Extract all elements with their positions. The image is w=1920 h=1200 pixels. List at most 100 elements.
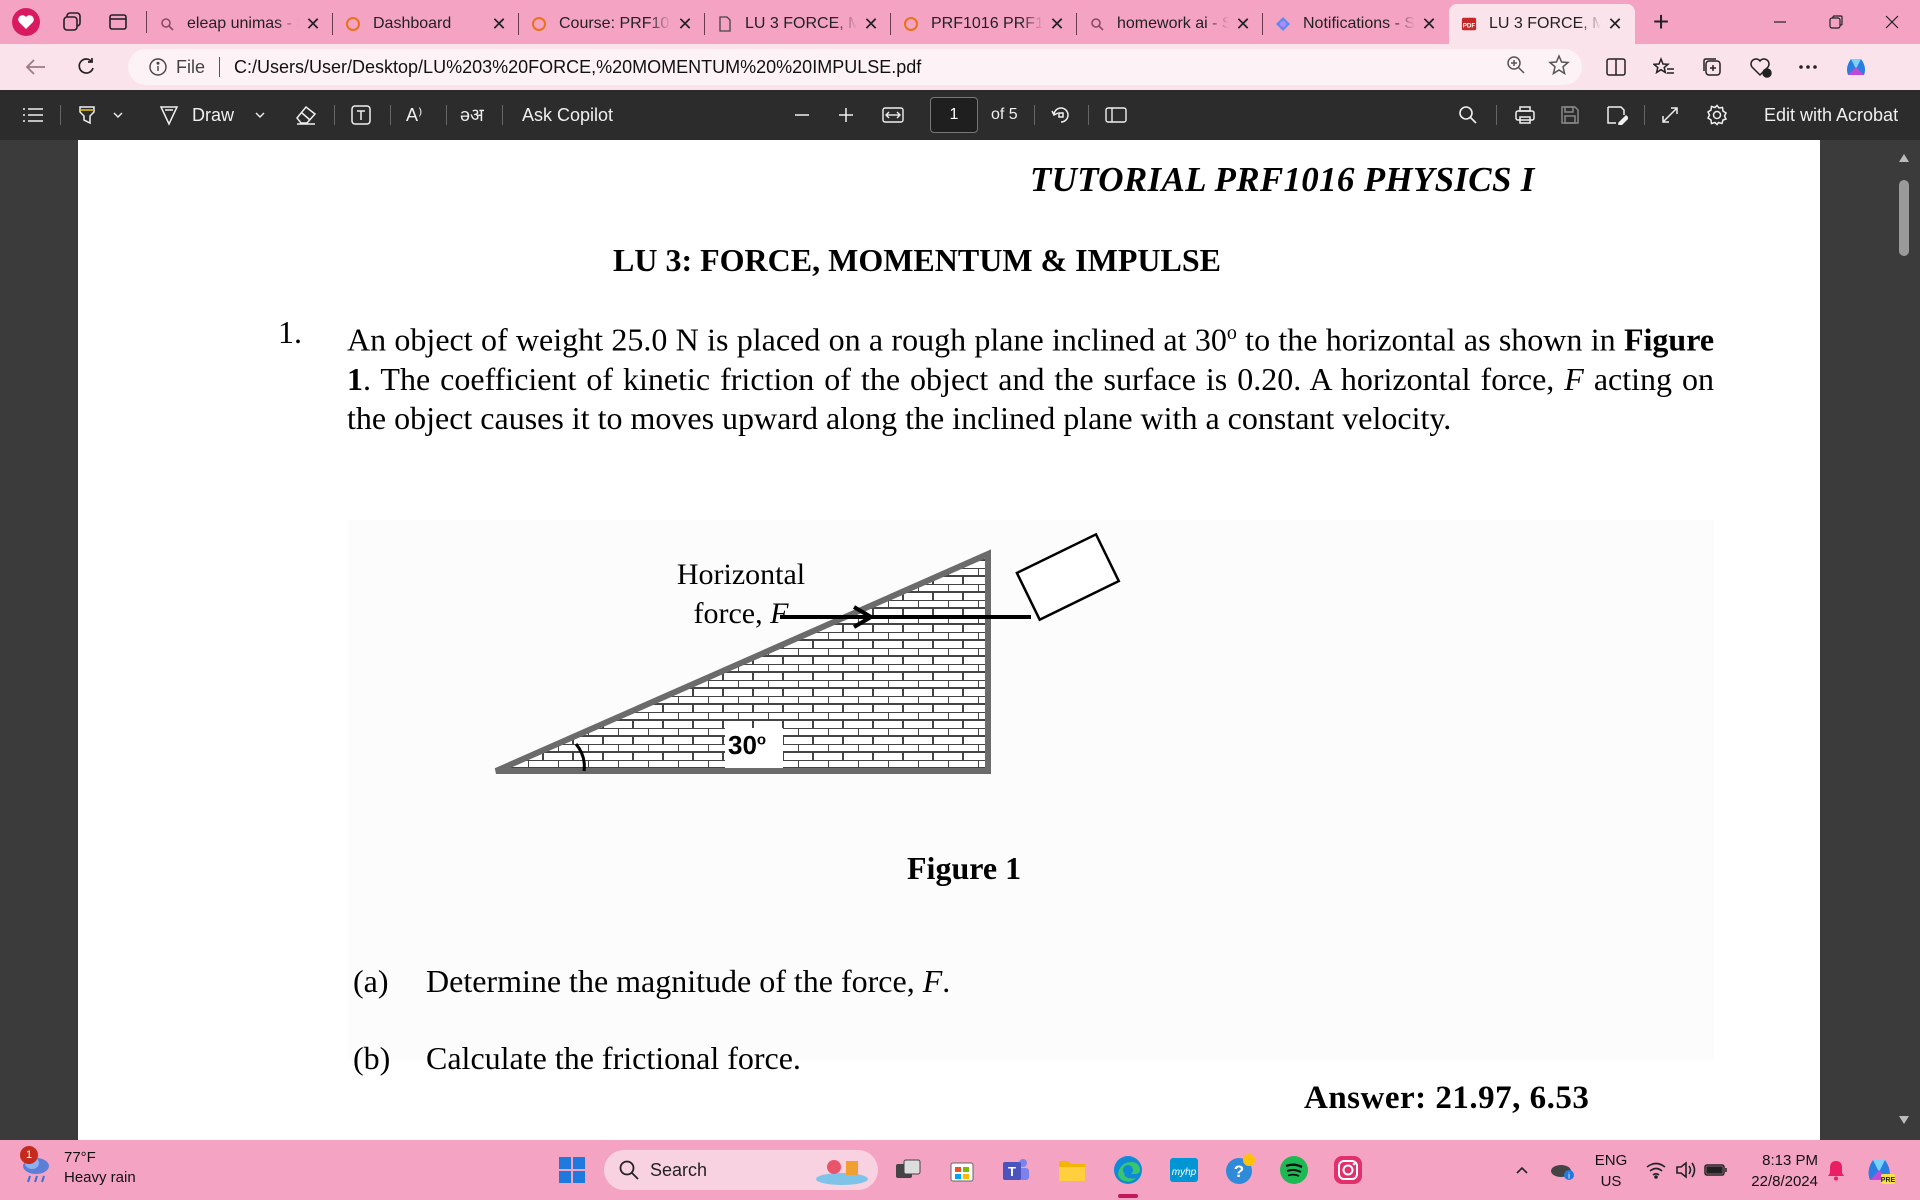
show-hidden-icons-chevron-icon[interactable] <box>1502 1150 1542 1190</box>
translate-button[interactable]: əअ <box>460 90 484 140</box>
highlight-icon[interactable] <box>76 90 98 140</box>
contents-icon[interactable] <box>22 90 44 140</box>
favorites-icon[interactable] <box>1644 47 1684 87</box>
restore-button[interactable] <box>1808 0 1864 44</box>
tab-actions-icon[interactable] <box>98 2 138 42</box>
browser-tab[interactable]: homework ai - S ✕ <box>1077 7 1263 41</box>
close-tab-icon[interactable]: ✕ <box>1047 14 1067 35</box>
language-indicator[interactable]: ENG US <box>1594 1150 1628 1192</box>
angle-label: 30o <box>728 730 767 760</box>
copilot-icon[interactable] <box>1836 47 1876 87</box>
save-icon[interactable] <box>1560 90 1580 140</box>
new-tab-button[interactable]: + <box>1641 6 1681 38</box>
moodle-icon <box>345 16 361 32</box>
info-icon <box>149 58 167 76</box>
draw-button[interactable]: Draw <box>158 90 234 140</box>
workspaces-icon[interactable] <box>52 2 92 42</box>
full-screen-icon[interactable] <box>1660 90 1680 140</box>
notification-bell-icon[interactable] <box>1816 1150 1856 1190</box>
teams-icon[interactable]: T <box>996 1150 1036 1190</box>
spotify-icon[interactable] <box>1274 1150 1314 1190</box>
edge-browser-icon[interactable] <box>1108 1150 1148 1190</box>
edit-acrobat-label: Edit with Acrobat <box>1764 104 1899 125</box>
system-clock[interactable]: 8:13 PM 22/8/2024 <box>1738 1150 1818 1192</box>
close-tab-icon[interactable]: ✕ <box>675 14 695 35</box>
more-options-icon[interactable] <box>1788 47 1828 87</box>
tab-title: homework ai - S <box>1117 15 1229 32</box>
read-aloud-button[interactable]: A⁾ <box>406 90 422 140</box>
battery-icon[interactable] <box>1696 1150 1736 1190</box>
file-explorer-icon[interactable] <box>1052 1150 1092 1190</box>
close-window-button[interactable] <box>1864 0 1920 44</box>
start-windows-icon[interactable] <box>552 1150 592 1190</box>
tab-strip: eleap unimas - S ✕ Dashboard ✕ Course: P… <box>0 0 1920 44</box>
browser-tab-active[interactable]: PDF LU 3 FORCE, MO ✕ <box>1449 4 1635 44</box>
edit-with-acrobat-button[interactable]: Edit with Acrobat <box>1764 90 1898 140</box>
collections-icon[interactable] <box>1692 47 1732 87</box>
split-screen-icon[interactable] <box>1596 47 1636 87</box>
zoom-in-button[interactable] <box>838 90 854 140</box>
svg-text:?: ? <box>1234 1162 1244 1181</box>
scroll-down-arrow[interactable] <box>1898 1114 1910 1126</box>
copilot-taskbar-icon[interactable]: PRE <box>1860 1150 1900 1190</box>
document-icon <box>717 16 733 32</box>
task-view-icon[interactable] <box>888 1150 928 1190</box>
refresh-button[interactable] <box>64 47 108 87</box>
address-field[interactable]: File C:/Users/User/Desktop/LU%203%20FORC… <box>128 49 1582 85</box>
scrollbar[interactable] <box>1896 140 1920 1140</box>
question-number: 1. <box>278 314 302 350</box>
back-button[interactable] <box>14 47 58 87</box>
close-tab-icon[interactable]: ✕ <box>1419 14 1439 35</box>
eraser-icon[interactable] <box>294 90 318 140</box>
close-tab-icon[interactable]: ✕ <box>861 14 881 35</box>
ask-copilot-button[interactable]: Ask Copilot <box>522 90 613 140</box>
rotate-icon[interactable] <box>1050 90 1072 140</box>
sub-question-b-text: Calculate the frictional force. <box>426 1040 801 1076</box>
tab-title: LU 3 FORCE, MO <box>745 15 857 32</box>
close-tab-icon[interactable]: ✕ <box>1605 14 1625 35</box>
close-tab-icon[interactable]: ✕ <box>489 14 509 35</box>
instagram-icon[interactable] <box>1328 1150 1368 1190</box>
close-tab-icon[interactable]: ✕ <box>303 14 323 35</box>
print-icon[interactable] <box>1514 90 1536 140</box>
settings-gear-icon[interactable] <box>1706 90 1728 140</box>
sub-question-a-label: (a) <box>353 963 389 999</box>
chevron-down-icon[interactable] <box>254 90 266 140</box>
tab-title: Notifications - S <box>1303 15 1415 32</box>
zoom-out-button[interactable] <box>794 90 810 140</box>
browser-tab[interactable]: eleap unimas - S ✕ <box>147 7 333 41</box>
text-box-icon[interactable] <box>350 90 372 140</box>
scrollbar-thumb[interactable] <box>1899 180 1909 256</box>
browser-tab[interactable]: Course: PRF101 ✕ <box>519 7 705 41</box>
copilot-icon <box>1275 16 1291 32</box>
svg-text:i: i <box>1568 1172 1570 1181</box>
page-view-icon[interactable] <box>1104 90 1128 140</box>
onedrive-sync-icon[interactable]: i <box>1542 1150 1582 1190</box>
close-tab-icon[interactable]: ✕ <box>1233 14 1253 35</box>
help-icon[interactable]: ? <box>1220 1150 1260 1190</box>
save-as-icon[interactable] <box>1606 90 1628 140</box>
taskbar-search[interactable]: Search <box>604 1150 878 1190</box>
browser-tab[interactable]: LU 3 FORCE, MO ✕ <box>705 7 891 41</box>
browser-essentials-icon[interactable] <box>1740 47 1780 87</box>
minimize-button[interactable] <box>1752 0 1808 44</box>
zoom-icon[interactable] <box>1506 55 1526 80</box>
fit-width-icon[interactable] <box>882 90 904 140</box>
page-number-input[interactable]: 1 <box>930 97 978 133</box>
microsoft-store-icon[interactable] <box>942 1150 982 1190</box>
browser-tab[interactable]: Dashboard ✕ <box>333 7 519 41</box>
myhp-icon[interactable]: myhp <box>1164 1150 1204 1190</box>
browser-tab[interactable]: Notifications - S ✕ <box>1263 7 1449 41</box>
scroll-up-arrow[interactable] <box>1898 152 1910 164</box>
favorite-star-icon[interactable] <box>1548 53 1570 81</box>
profile-icon[interactable] <box>6 2 46 42</box>
browser-tab[interactable]: PRF1016 PRF10 ✕ <box>891 7 1077 41</box>
site-info-button[interactable]: File <box>148 57 205 78</box>
url-text[interactable]: C:/Users/User/Desktop/LU%203%20FORCE,%20… <box>234 57 921 78</box>
chevron-down-icon[interactable] <box>112 90 124 140</box>
tab-title: eleap unimas - S <box>187 15 299 32</box>
search-icon[interactable] <box>1458 90 1478 140</box>
document-subtitle: LU 3: FORCE, MOMENTUM & IMPULSE <box>613 242 1221 278</box>
pdf-viewport[interactable]: TUTORIAL PRF1016 PHYSICS I LU 3: FORCE, … <box>0 140 1920 1140</box>
active-app-indicator <box>1118 1194 1138 1198</box>
